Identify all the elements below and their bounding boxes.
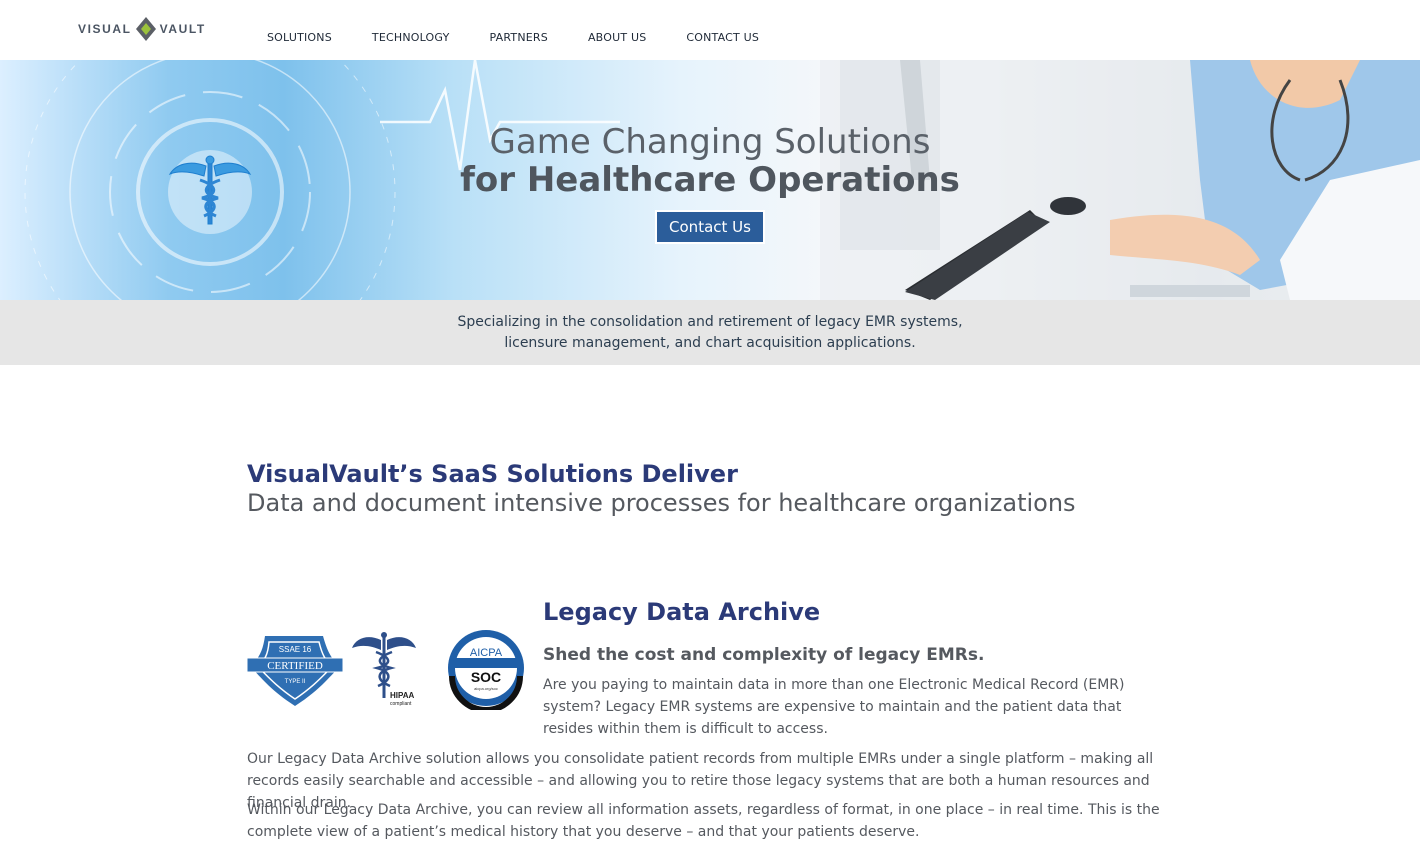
contact-us-button[interactable]: Contact Us bbox=[655, 210, 765, 244]
nav-about-us[interactable]: ABOUT US bbox=[588, 31, 646, 44]
ssae-bottom-text: TYPE II bbox=[285, 679, 306, 685]
tagline-line2: licensure management, and chart acquisit… bbox=[504, 335, 916, 351]
solutions-subheading: Data and document intensive processes fo… bbox=[247, 489, 1076, 517]
visualvault-logo[interactable]: VISUAL VAULT bbox=[78, 15, 208, 43]
tagline-band: Specializing in the consolidation and re… bbox=[0, 300, 1420, 365]
aicpa-main-text: SOC bbox=[471, 669, 501, 685]
ssae-top-text: SSAE 16 bbox=[279, 645, 312, 654]
site-header: VISUAL VAULT SOLUTIONS TECHNOLOGY PARTNE… bbox=[0, 0, 1420, 60]
hero-title-line1: Game Changing Solutions bbox=[489, 122, 931, 162]
hero-banner: Game Changing Solutions for Healthcare O… bbox=[0, 60, 1420, 300]
logo-text-right: VAULT bbox=[159, 22, 206, 36]
main-nav: SOLUTIONS TECHNOLOGY PARTNERS ABOUT US C… bbox=[267, 31, 799, 44]
ssae-main-text: CERTIFIED bbox=[267, 660, 323, 672]
nav-solutions[interactable]: SOLUTIONS bbox=[267, 31, 332, 44]
logo-text-left: VISUAL bbox=[78, 22, 132, 36]
tagline-line1: Specializing in the consolidation and re… bbox=[457, 314, 963, 330]
nav-contact-us[interactable]: CONTACT US bbox=[686, 31, 759, 44]
certification-badges: SSAE 16 CERTIFIED TYPE II HIPAA complian… bbox=[247, 630, 524, 710]
nav-technology[interactable]: TECHNOLOGY bbox=[372, 31, 450, 44]
legacy-data-archive-title: Legacy Data Archive bbox=[543, 598, 821, 626]
legacy-paragraph-1: Are you paying to maintain data in more … bbox=[543, 677, 1125, 737]
legacy-subtitle: Shed the cost and complexity of legacy E… bbox=[543, 645, 985, 665]
legacy-paragraph-3: Within our Legacy Data Archive, you can … bbox=[247, 802, 1160, 840]
aicpa-top-text: AICPA bbox=[470, 647, 503, 659]
hipaa-sub-label: compliant bbox=[390, 701, 412, 707]
aicpa-soc-badge: AICPA SOC aicpa.org/soc bbox=[448, 630, 524, 710]
aicpa-url-text: aicpa.org/soc bbox=[474, 686, 498, 691]
hero-title-line2: for Healthcare Operations bbox=[460, 160, 960, 200]
nav-partners[interactable]: PARTNERS bbox=[490, 31, 548, 44]
hipaa-label: HIPAA bbox=[390, 691, 415, 700]
hipaa-compliant-badge: HIPAA compliant bbox=[352, 632, 416, 707]
solutions-heading: VisualVault’s SaaS Solutions Deliver bbox=[247, 460, 738, 488]
ssae16-certified-badge: SSAE 16 CERTIFIED TYPE II bbox=[247, 636, 344, 706]
logo-diamond-icon bbox=[135, 17, 156, 41]
